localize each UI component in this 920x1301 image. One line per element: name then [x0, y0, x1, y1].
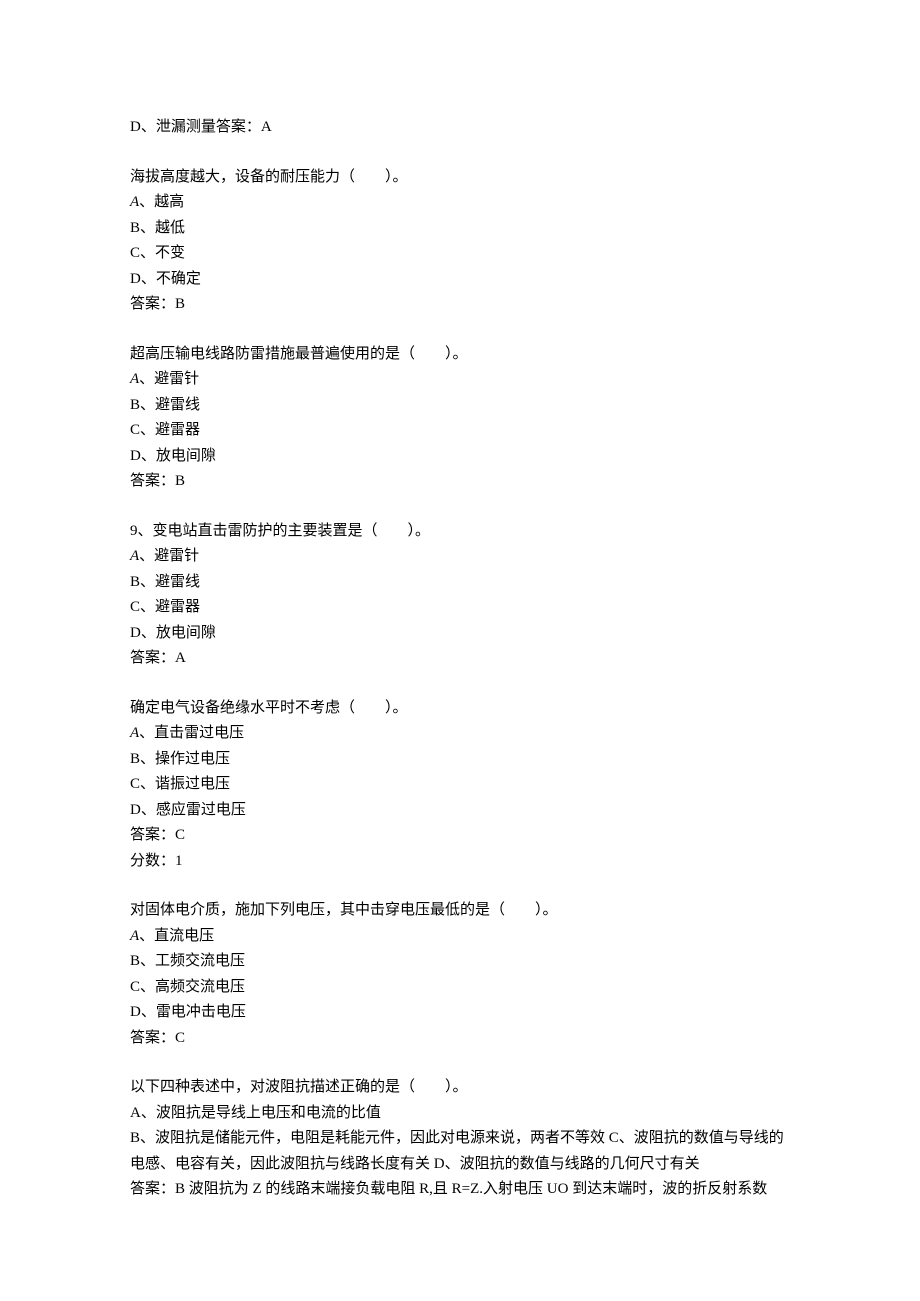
option-a: A、越高 [130, 190, 790, 216]
option-a: A、波阻抗是导线上电压和电流的比值 [130, 1101, 790, 1127]
answer: 答案：C [130, 823, 790, 849]
option-b: B、避雷线 [130, 570, 790, 596]
option-a: A、避雷针 [130, 544, 790, 570]
option-d: D、放电间隙 [130, 621, 790, 647]
option-c: C、不变 [130, 241, 790, 267]
option-c: C、谐振过电压 [130, 772, 790, 798]
option-a-text: 、直击雷过电压 [139, 725, 244, 741]
option-d: D、泄漏测量答案：A [130, 115, 790, 141]
answer: 答案：B [130, 469, 790, 495]
option-c: C、高频交流电压 [130, 975, 790, 1001]
option-a-text: 、越高 [139, 194, 184, 210]
option-b: B、工频交流电压 [130, 949, 790, 975]
option-b: B、越低 [130, 216, 790, 242]
option-bcd: B、波阻抗是储能元件，电阻是耗能元件，因此对电源来说，两者不等效 C、波阻抗的数… [130, 1126, 790, 1177]
option-a: A、直流电压 [130, 924, 790, 950]
answer: 答案：B [130, 292, 790, 318]
option-a-letter: A [130, 725, 139, 741]
question-6: 对固体电介质，施加下列电压，其中击穿电压最低的是（ ）。 A、直流电压 B、工频… [130, 898, 790, 1051]
question-stem: 海拔高度越大，设备的耐压能力（ ）。 [130, 165, 790, 191]
option-a: A、避雷针 [130, 367, 790, 393]
score: 分数：1 [130, 849, 790, 875]
option-a-text: 、直流电压 [139, 928, 214, 944]
question-stem: 以下四种表述中，对波阻抗描述正确的是（ ）。 [130, 1075, 790, 1101]
option-a-letter: A [130, 548, 139, 564]
option-b: B、避雷线 [130, 393, 790, 419]
option-a-text: 、避雷针 [139, 548, 199, 564]
question-stem: 超高压输电线路防雷措施最普遍使用的是（ ）。 [130, 342, 790, 368]
option-c: C、避雷器 [130, 595, 790, 621]
question-7: 以下四种表述中，对波阻抗描述正确的是（ ）。 A、波阻抗是导线上电压和电流的比值… [130, 1075, 790, 1203]
question-2: 海拔高度越大，设备的耐压能力（ ）。 A、越高 B、越低 C、不变 D、不确定 … [130, 165, 790, 318]
question-stem: 对固体电介质，施加下列电压，其中击穿电压最低的是（ ）。 [130, 898, 790, 924]
option-a-letter: A [130, 194, 139, 210]
question-1-tail: D、泄漏测量答案：A [130, 115, 790, 141]
option-a: A、直击雷过电压 [130, 721, 790, 747]
option-d: D、不确定 [130, 267, 790, 293]
question-stem: 确定电气设备绝缘水平时不考虑（ ）。 [130, 696, 790, 722]
option-d: D、雷电冲击电压 [130, 1000, 790, 1026]
question-3: 超高压输电线路防雷措施最普遍使用的是（ ）。 A、避雷针 B、避雷线 C、避雷器… [130, 342, 790, 495]
answer: 答案：B 波阻抗为 Z 的线路末端接负载电阻 R,且 R=Z.入射电压 UO 到… [130, 1177, 790, 1203]
answer: 答案：C [130, 1026, 790, 1052]
option-a-letter: A [130, 371, 139, 387]
option-c: C、避雷器 [130, 418, 790, 444]
question-5: 确定电气设备绝缘水平时不考虑（ ）。 A、直击雷过电压 B、操作过电压 C、谐振… [130, 696, 790, 875]
option-d: D、感应雷过电压 [130, 798, 790, 824]
question-stem: 9、变电站直击雷防护的主要装置是（ ）。 [130, 519, 790, 545]
option-a-text: 、避雷针 [139, 371, 199, 387]
question-4: 9、变电站直击雷防护的主要装置是（ ）。 A、避雷针 B、避雷线 C、避雷器 D… [130, 519, 790, 672]
answer: 答案：A [130, 646, 790, 672]
option-d: D、放电间隙 [130, 444, 790, 470]
option-a-letter: A [130, 928, 139, 944]
option-b: B、操作过电压 [130, 747, 790, 773]
